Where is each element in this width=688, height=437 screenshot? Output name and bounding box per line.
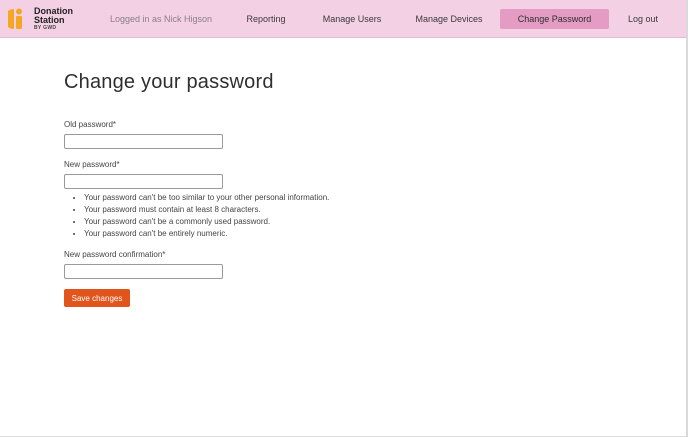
- nav-manage-users[interactable]: Manage Users: [318, 9, 386, 29]
- password-help-item: Your password can't be too similar to yo…: [84, 192, 329, 204]
- app-window: Donation Station BY GWD Logged in as Nic…: [0, 0, 688, 437]
- nav-reporting[interactable]: Reporting: [240, 9, 292, 29]
- save-changes-button[interactable]: Save changes: [64, 289, 130, 307]
- top-navigation-bar: Donation Station BY GWD Logged in as Nic…: [0, 0, 686, 38]
- password-help-item: Your password must contain at least 8 ch…: [84, 204, 329, 216]
- password-help-item: Your password can't be a commonly used p…: [84, 216, 329, 228]
- confirm-password-input[interactable]: [64, 264, 223, 279]
- nav-log-out[interactable]: Log out: [621, 9, 665, 29]
- old-password-input[interactable]: [64, 134, 223, 149]
- brand-logo[interactable]: Donation Station BY GWD: [8, 6, 88, 32]
- confirm-password-label: New password confirmation*: [64, 250, 166, 259]
- password-help-list: Your password can't be too similar to yo…: [76, 192, 329, 240]
- donation-station-logo-icon: [8, 8, 22, 29]
- logged-in-status: Logged in as Nick Higson: [110, 14, 213, 24]
- page-title: Change your password: [64, 71, 274, 93]
- new-password-label: New password*: [64, 160, 120, 169]
- brand-subtitle: BY GWD: [34, 25, 57, 31]
- nav-manage-devices[interactable]: Manage Devices: [410, 9, 488, 29]
- nav-change-password[interactable]: Change Password: [500, 9, 609, 29]
- password-help-item: Your password can't be entirely numeric.: [84, 228, 329, 240]
- brand-name-line2: Station: [34, 15, 65, 25]
- brand-name: Donation Station: [34, 7, 73, 25]
- new-password-input[interactable]: [64, 174, 223, 189]
- old-password-label: Old password*: [64, 120, 117, 129]
